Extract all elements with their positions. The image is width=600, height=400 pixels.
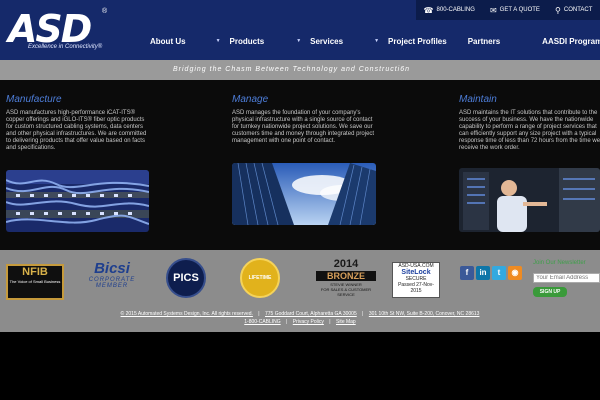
phone-icon: ☎ [423, 5, 434, 15]
stevie-bronze-badge[interactable]: 2014 BRONZE STEVIE WINNER FOR SALES & CU… [314, 258, 378, 302]
facebook-icon[interactable]: f [460, 266, 474, 280]
quote-label: GET A QUOTE [499, 7, 540, 13]
asd-logo[interactable]: ASD ® [8, 7, 107, 51]
logo-registered-mark: ® [102, 8, 108, 15]
cabling-photo [6, 170, 149, 232]
newsletter-email-input[interactable] [533, 273, 600, 283]
legal-footer: © 2015 Automated Systems Design, Inc. Al… [0, 310, 600, 326]
bicsi-badge[interactable]: Bicsi CORPORATE MEMBER [86, 260, 138, 300]
divider: | [362, 311, 364, 317]
bicsi-sub: CORPORATE MEMBER [88, 277, 136, 289]
chevron-down-icon: ▼ [296, 38, 302, 44]
site-map-link[interactable]: Site Map [336, 319, 356, 325]
nfib-badge[interactable]: NFIB The Voice of Small Business [6, 264, 64, 300]
utility-bar: ☎ 800-CABLING ✉ GET A QUOTE ⚲ CONTACT [416, 0, 600, 20]
column-manufacture: Manufacture ASD manufactures high-perfor… [6, 94, 152, 152]
nav-partners-label: Partners [467, 36, 501, 46]
chevron-down-icon: ▼ [374, 38, 380, 44]
slogan-text: Bridging the Chasm Between Technology an… [173, 66, 411, 73]
nav-products-label: Products [229, 36, 265, 46]
chat-icon: ✉ [489, 5, 497, 15]
nav-aasdi-program[interactable]: AASDI Program [542, 37, 600, 46]
column-body: ASD manufactures high-performance iCAT-I… [6, 110, 147, 151]
stevie-medal: BRONZE [316, 271, 376, 281]
pin-icon: ⚲ [555, 5, 561, 15]
newsletter-label: Join Our Newsletter [533, 260, 586, 266]
rss-icon[interactable]: ◉ [508, 266, 522, 280]
contact-link[interactable]: ⚲ CONTACT [555, 6, 592, 15]
nav-services-label: Services [310, 36, 344, 46]
copyright-text: © 2015 Automated Systems Design, Inc. Al… [120, 311, 253, 317]
twitter-icon[interactable]: t [492, 266, 506, 280]
building-photo [232, 163, 376, 225]
nav-partners[interactable]: Partners [468, 37, 500, 46]
newsletter-signup: Join Our Newsletter SIGN UP [533, 260, 600, 297]
logo-text: ASD [8, 7, 92, 51]
bicsi-name: Bicsi [94, 260, 130, 277]
divider: | [286, 319, 288, 325]
pics-name: PICS [173, 272, 199, 284]
nav-services[interactable]: Services ▼ [310, 37, 379, 46]
linkedin-icon[interactable]: in [476, 266, 490, 280]
nav-project-profiles-label: Project Profiles [388, 36, 447, 46]
column-title[interactable]: Manufacture [6, 94, 152, 105]
stevie-line2: FOR SALES & CUSTOMER SERVICE [320, 287, 372, 297]
stevie-year: 2014 [333, 258, 359, 270]
chevron-down-icon: ▼ [215, 38, 221, 44]
quote-link[interactable]: ✉ GET A QUOTE [490, 6, 540, 15]
privacy-policy-link[interactable]: Privacy Policy [293, 319, 324, 325]
site-header: ASD ® Excellence in Connectivity® ☎ 800-… [0, 0, 600, 60]
column-body: ASD manages the foundation of your compa… [232, 110, 375, 144]
contact-label: CONTACT [563, 7, 593, 13]
nav-project-profiles[interactable]: Project Profiles [388, 37, 447, 46]
social-links: f in t ◉ [460, 266, 522, 280]
phone-link[interactable]: 1-800-CABLING [244, 319, 280, 325]
pics-badge[interactable]: PICS [166, 258, 206, 298]
nav-about-us-label: About Us [150, 36, 186, 46]
lifetime-badge[interactable]: LIFETIME [240, 258, 280, 298]
column-body: ASD maintains the IT solutions that cont… [459, 110, 600, 151]
lifetime-name: LIFETIME [248, 275, 272, 281]
nav-about-us[interactable]: About Us ▼ [150, 37, 221, 46]
technician-photo [459, 168, 600, 232]
divider: | [258, 311, 260, 317]
sitelock-passed: Passed 27-Nov-2015 [398, 282, 434, 294]
column-manage: Manage ASD manages the foundation of you… [232, 94, 378, 145]
main-content: Manufacture ASD manufactures high-perfor… [0, 80, 600, 250]
slogan-banner: Bridging the Chasm Between Technology an… [0, 60, 600, 80]
column-maintain: Maintain ASD maintains the IT solutions … [459, 94, 600, 152]
sign-up-button[interactable]: SIGN UP [533, 287, 567, 297]
nav-aasdi-program-label: AASDI Program [542, 36, 600, 46]
site-footer: NFIB The Voice of Small Business Bicsi C… [0, 250, 600, 332]
nfib-name: NFIB [22, 266, 48, 278]
call-label: 800-CABLING [436, 7, 475, 13]
main-nav: About Us ▼ Products ▼ Services ▼ Project… [140, 34, 600, 48]
tagline: Excellence in Connectivity® [28, 44, 103, 50]
nav-products[interactable]: Products ▼ [230, 37, 302, 46]
address-conover[interactable]: 301 10th St NW, Suite B-200, Conover, NC… [369, 311, 480, 317]
column-title[interactable]: Manage [232, 94, 378, 105]
column-title[interactable]: Maintain [459, 94, 600, 105]
call-link[interactable]: ☎ 800-CABLING [424, 6, 475, 15]
sitelock-name: SiteLock [401, 269, 431, 276]
divider: | [329, 319, 331, 325]
address-alpharetta[interactable]: 775 Goddard Court, Alpharetta GA 30005 [265, 311, 357, 317]
nfib-sub: The Voice of Small Business [9, 279, 61, 284]
sitelock-badge[interactable]: ASD-USA.COM SiteLock SECURE Passed 27-No… [392, 262, 440, 298]
